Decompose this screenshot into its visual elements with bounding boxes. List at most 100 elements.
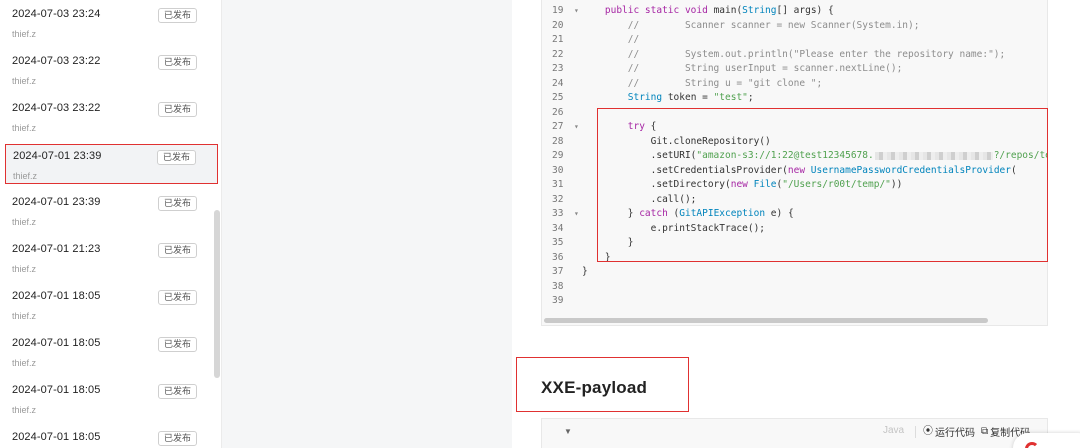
line-number: 36: [552, 251, 564, 263]
code-text: // System.out.println("Please enter the …: [582, 48, 1006, 61]
version-author: thief.z: [12, 358, 37, 368]
code-token: // System.out.println("Please enter the …: [582, 48, 1006, 60]
version-item[interactable]: 2024-07-03 23:22 thief.z 已发布: [5, 50, 218, 90]
code-horizontal-scrollbar[interactable]: [544, 318, 988, 323]
version-item[interactable]: 2024-07-01 18:05 thief.z 已发布: [5, 285, 218, 325]
line-number: 35: [552, 237, 564, 248]
version-author: thief.z: [12, 76, 37, 86]
version-author: thief.z: [13, 171, 38, 181]
version-author: thief.z: [12, 217, 37, 227]
code-text: String token = "test";: [582, 92, 754, 104]
line-number: 23: [552, 63, 564, 74]
code-line: 20 // Scanner scanner = new Scanner(Syst…: [542, 19, 1047, 32]
code-line: 24 // String u = "git clone ";: [542, 77, 1047, 90]
code-text: //: [582, 34, 639, 46]
line-number: 20: [552, 19, 564, 31]
version-item[interactable]: 2024-07-01 21:23 thief.z 已发布: [5, 238, 218, 278]
code-line: 37}: [542, 266, 1047, 278]
code-token: //: [582, 34, 640, 45]
status-badge: 已发布: [157, 102, 197, 117]
run-code-button[interactable]: ⦿ 运行代码: [923, 424, 975, 439]
code-text: // String userInput = scanner.nextLine()…: [582, 63, 903, 75]
line-number: 30: [552, 164, 564, 176]
line-number: 33: [552, 208, 564, 219]
code-line: 19 ▾ public static void main(String[] arg…: [542, 5, 1047, 17]
line-number: 25: [552, 92, 564, 103]
status-badge: 已发布: [157, 196, 197, 211]
code-token: "test": [713, 92, 748, 103]
version-history-sidebar: 2024-07-03 23:24 thief.z 已发布 2024-07-03 23:…: [0, 0, 222, 448]
status-badge: 已发布: [157, 243, 197, 258]
line-number: 27: [552, 121, 564, 132]
version-item[interactable]: 2024-07-01 18:05 thief.z 已发布: [5, 379, 218, 419]
version-time: 2024-07-01 23:39: [13, 150, 102, 162]
code-block-header: ▼ Java ⦿ 运行代码 ⧉ 复制代码: [541, 418, 1048, 448]
code-line: 39: [542, 295, 1047, 307]
play-circle-icon: ⦿: [923, 425, 933, 437]
status-badge: 已发布: [157, 55, 197, 70]
code-token: main(: [713, 5, 743, 16]
line-number: 28: [552, 135, 564, 147]
code-line: 38: [542, 280, 1047, 293]
line-number: 22: [552, 48, 564, 60]
line-number: 37: [552, 266, 564, 277]
version-time: 2024-07-03 23:22: [12, 102, 101, 114]
fold-toggle-icon[interactable]: ▾: [574, 5, 579, 17]
header-divider: [915, 426, 916, 438]
line-number: 19: [552, 5, 564, 16]
version-item[interactable]: 2024-07-01 18:05 thief.z 已发布: [5, 332, 218, 372]
code-text: // String u = "git clone ";: [582, 78, 822, 90]
version-time: 2024-07-01 18:05: [12, 431, 101, 443]
code-token: }: [582, 266, 588, 277]
version-author: thief.z: [12, 405, 37, 415]
code-token: // String userInput = scanner.nextLine()…: [582, 63, 903, 74]
version-time: 2024-07-03 23:22: [12, 55, 101, 67]
code-text: public static void main(String[] args) {: [582, 5, 834, 17]
code-language-label: Java: [883, 425, 905, 436]
line-number: 29: [552, 150, 564, 161]
code-line: 21 //: [542, 34, 1047, 46]
sidebar-scrollbar-thumb[interactable]: [214, 210, 220, 378]
version-time: 2024-07-03 23:24: [12, 8, 101, 20]
version-item[interactable]: 2024-07-01 18:05thief.z已发布: [5, 426, 218, 448]
version-item[interactable]: 2024-07-03 23:24 thief.z 已发布: [5, 3, 218, 43]
line-number: 38: [552, 280, 564, 292]
highlight-box-try-block: [597, 108, 1048, 262]
code-line: 23 // String userInput = scanner.nextLin…: [542, 63, 1047, 75]
version-time: 2024-07-01 18:05: [12, 290, 101, 302]
fold-toggle-icon[interactable]: ▾: [574, 208, 579, 220]
version-time: 2024-07-01 21:23: [12, 243, 101, 255]
version-author: thief.z: [12, 29, 37, 39]
version-item[interactable]: 2024-07-03 23:22 thief.z 已发布: [5, 97, 218, 137]
floating-action-button[interactable]: [1013, 433, 1080, 448]
collapse-chevron-icon[interactable]: ▼: [564, 427, 572, 436]
status-badge: 已发布: [157, 290, 197, 305]
status-badge: 已发布: [157, 384, 197, 399]
run-code-label: 运行代码: [935, 428, 975, 439]
version-time: 2024-07-01 18:05: [12, 337, 101, 349]
status-badge: 已发布: [156, 150, 196, 165]
version-time: 2024-07-01 23:39: [12, 196, 101, 208]
version-author: thief.z: [12, 264, 37, 274]
version-time: 2024-07-01 18:05: [12, 384, 101, 396]
code-token: String: [742, 5, 777, 16]
brand-logo-icon: [1025, 442, 1039, 448]
code-text: }: [582, 266, 588, 278]
version-author: thief.z: [12, 311, 37, 321]
line-number: 24: [552, 77, 564, 89]
line-number: 39: [552, 295, 564, 306]
status-badge: 已发布: [157, 431, 197, 446]
fold-toggle-icon[interactable]: ▾: [574, 121, 579, 133]
line-number: 26: [552, 106, 564, 118]
version-item[interactable]: 2024-07-01 23:39 thief.z 已发布: [5, 144, 218, 184]
code-token: public static void: [604, 5, 714, 16]
code-line: 25 String token = "test";: [542, 92, 1047, 104]
line-number: 34: [552, 222, 564, 234]
status-badge: 已发布: [157, 337, 197, 352]
highlight-box-heading: [516, 357, 689, 412]
code-token: token =: [662, 92, 714, 103]
version-item[interactable]: 2024-07-01 23:39 thief.z 已发布: [5, 191, 218, 231]
version-author: thief.z: [12, 123, 37, 133]
code-token: // String u = "git clone ";: [582, 77, 823, 89]
